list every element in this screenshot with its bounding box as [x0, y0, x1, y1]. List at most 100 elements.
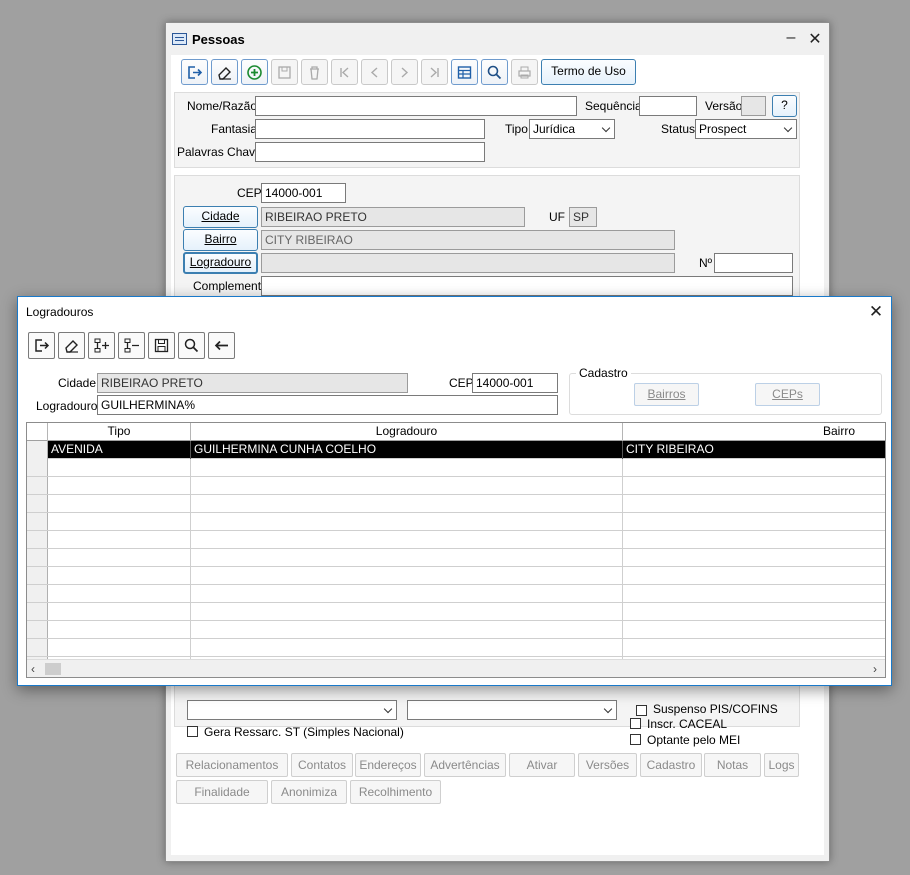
logradouros-dialog: Logradouros ✕ Cidade RIBEIRAO PRETO CEP …	[17, 296, 892, 686]
tab-anonimiza[interactable]: Anonimiza	[271, 780, 347, 804]
col-tipo[interactable]: Tipo	[48, 423, 191, 441]
scroll-left-icon[interactable]: ‹	[31, 662, 35, 676]
horizontal-scrollbar[interactable]: ‹ ›	[27, 659, 885, 677]
versao-label: Versão	[705, 99, 743, 113]
sequencia-label: Sequência	[585, 99, 642, 113]
dialog-logradouro-input[interactable]: GUILHERMINA%	[97, 395, 558, 415]
table-view-button[interactable]	[451, 59, 478, 85]
clear-button[interactable]	[211, 59, 238, 85]
gera-ressarc-label: Gera Ressarc. ST (Simples Nacional)	[204, 725, 404, 739]
optante-mei-label: Optante pelo MEI	[647, 733, 741, 747]
dialog-title: Logradouros	[26, 305, 94, 319]
dialog-search-button[interactable]	[178, 332, 205, 359]
tab-logs[interactable]: Logs	[764, 753, 799, 777]
search-button[interactable]	[481, 59, 508, 85]
col-logradouro[interactable]: Logradouro	[191, 423, 623, 441]
next-record-button[interactable]	[391, 59, 418, 85]
print-button[interactable]	[511, 59, 538, 85]
cell-tipo: AVENIDA	[48, 441, 191, 459]
tab-notas[interactable]: Notas	[704, 753, 761, 777]
window-icon	[172, 33, 187, 45]
delete-button[interactable]	[301, 59, 328, 85]
fiscal-select-1[interactable]	[187, 700, 397, 720]
cidade-button[interactable]: Cidade	[183, 206, 258, 228]
dialog-close-icon[interactable]: ✕	[866, 302, 886, 322]
logradouro-button-label: Logradouro	[189, 255, 252, 269]
tab-advertencias[interactable]: Advertências	[424, 753, 506, 777]
last-record-button[interactable]	[421, 59, 448, 85]
cep-label: CEP	[237, 186, 262, 200]
dialog-save-button[interactable]	[148, 332, 175, 359]
tab-ativar[interactable]: Ativar	[509, 753, 575, 777]
termo-de-uso-button[interactable]: Termo de Uso	[541, 59, 636, 85]
tab-finalidade[interactable]: Finalidade	[176, 780, 268, 804]
status-select[interactable]: Prospect	[695, 119, 797, 139]
complemento-input[interactable]	[261, 276, 793, 296]
fantasia-input[interactable]	[255, 119, 485, 139]
exit-button[interactable]	[181, 59, 208, 85]
grid-corner	[27, 423, 48, 441]
dialog-clear-button[interactable]	[58, 332, 85, 359]
dialog-cidade-input: RIBEIRAO PRETO	[97, 373, 408, 393]
optante-mei-checkbox[interactable]	[630, 734, 641, 745]
cell-logradouro: GUILHERMINA CUNHA COELHO	[191, 441, 623, 459]
tab-relacionamentos[interactable]: Relacionamentos	[176, 753, 288, 777]
prev-record-button[interactable]	[361, 59, 388, 85]
dialog-exit-button[interactable]	[28, 332, 55, 359]
bairros-button[interactable]: Bairros	[634, 383, 699, 406]
numero-input[interactable]	[714, 253, 793, 273]
exit-icon	[188, 65, 203, 79]
eraser-icon	[218, 66, 231, 80]
uf-input: SP	[569, 207, 597, 227]
dialog-back-button[interactable]	[208, 332, 235, 359]
bairro-button[interactable]: Bairro	[183, 229, 258, 251]
palavras-chave-input[interactable]	[255, 142, 485, 162]
ceps-button-label: CEPs	[772, 387, 803, 401]
cep-input[interactable]: 14000-001	[261, 183, 346, 203]
numero-label: Nº	[699, 256, 713, 270]
scroll-thumb[interactable]	[45, 663, 61, 675]
first-record-button[interactable]	[331, 59, 358, 85]
tab-enderecos[interactable]: Endereços	[355, 753, 421, 777]
next-icon	[401, 66, 409, 78]
gera-ressarc-checkbox[interactable]	[187, 726, 198, 737]
tab-versoes[interactable]: Versões	[578, 753, 637, 777]
last-icon	[430, 66, 439, 78]
insert-row-icon	[94, 338, 109, 353]
suspenso-checkbox[interactable]	[636, 705, 647, 716]
save-button[interactable]	[271, 59, 298, 85]
minimize-icon[interactable]: –	[781, 29, 801, 47]
tab-contatos[interactable]: Contatos	[291, 753, 353, 777]
scroll-right-icon[interactable]: ›	[873, 662, 877, 676]
ceps-button[interactable]: CEPs	[755, 383, 820, 406]
back-arrow-icon	[214, 340, 228, 351]
sequencia-input[interactable]	[639, 96, 697, 116]
tab-recolhimento[interactable]: Recolhimento	[350, 780, 441, 804]
close-icon[interactable]: ✕	[805, 29, 825, 49]
col-bairro[interactable]: Bairro	[623, 423, 885, 441]
grid-header: Tipo Logradouro Bairro	[27, 423, 885, 441]
dialog-insert-button[interactable]	[88, 332, 115, 359]
logradouro-button[interactable]: Logradouro	[183, 252, 258, 274]
complemento-label: Complemento	[193, 279, 268, 293]
results-grid[interactable]: Tipo Logradouro Bairro AVENIDA GUILHERMI…	[26, 422, 886, 678]
cidade-button-label: Cidade	[201, 209, 240, 223]
dialog-remove-button[interactable]	[118, 332, 145, 359]
tab-cadastro[interactable]: Cadastro	[640, 753, 702, 777]
add-button[interactable]	[241, 59, 268, 85]
fiscal-select-2[interactable]	[407, 700, 617, 720]
dialog-cep-input[interactable]: 14000-001	[472, 373, 558, 393]
bairro-button-label: Bairro	[204, 232, 237, 246]
row-header	[27, 441, 48, 459]
nome-input[interactable]	[255, 96, 577, 116]
bairros-button-label: Bairros	[647, 387, 686, 401]
dialog-logradouro-label: Logradouro	[36, 399, 98, 413]
table-row[interactable]: AVENIDA GUILHERMINA CUNHA COELHO CITY RI…	[27, 441, 885, 459]
status-label: Status	[661, 122, 696, 136]
delete-icon	[310, 65, 319, 80]
eraser-icon	[65, 340, 78, 353]
prev-icon	[370, 66, 378, 78]
inscr-caceal-checkbox[interactable]	[630, 718, 641, 729]
tipo-select[interactable]: Jurídica	[529, 119, 615, 139]
help-button[interactable]: ?	[772, 95, 797, 117]
